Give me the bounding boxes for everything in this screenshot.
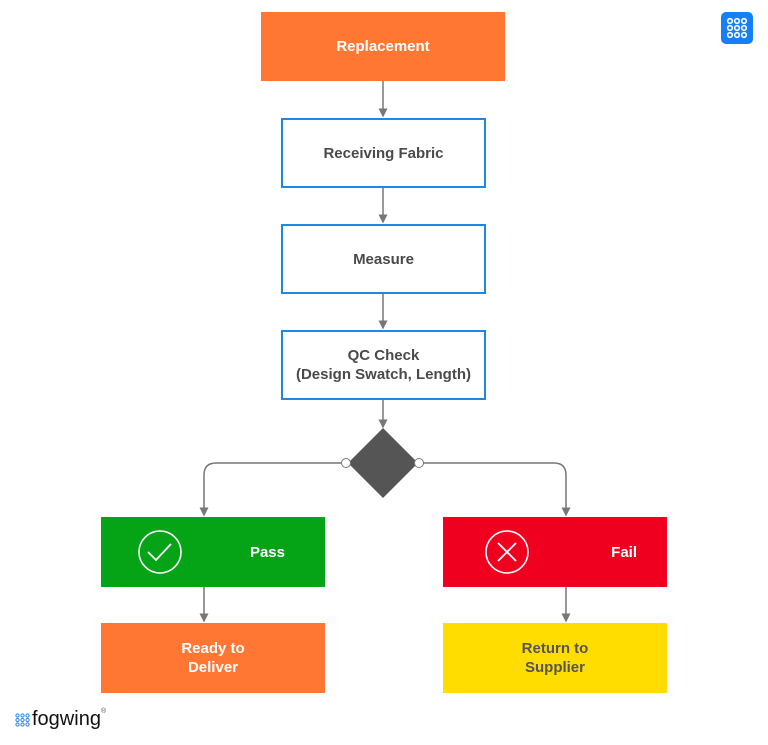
node-replacement: Replacement bbox=[261, 12, 505, 81]
port bbox=[341, 458, 351, 468]
node-label: Receiving Fabric bbox=[323, 144, 444, 162]
decision-diamond bbox=[348, 428, 418, 498]
node-label: Deliver bbox=[187, 659, 239, 676]
node-sublabel: (Design Swatch, Length) bbox=[295, 366, 471, 383]
check-circle-icon bbox=[138, 530, 182, 574]
fogwing-logo: fogwing ® bbox=[15, 708, 106, 731]
grid-dots-icon[interactable] bbox=[721, 12, 753, 44]
node-measure: Measure bbox=[281, 224, 486, 294]
node-label: Supplier bbox=[524, 659, 585, 676]
node-label: QC Check bbox=[347, 347, 420, 364]
node-ready-to-deliver: Ready to Deliver bbox=[101, 623, 325, 693]
node-label: Return to bbox=[521, 640, 589, 657]
node-label: Replacement bbox=[336, 38, 430, 55]
node-fail: Fail bbox=[443, 517, 667, 587]
connector-fail bbox=[420, 462, 571, 517]
node-label: Pass bbox=[249, 543, 285, 561]
node-pass: Pass bbox=[101, 517, 325, 587]
node-receiving-fabric: Receiving Fabric bbox=[281, 118, 486, 188]
node-qc-check: QC Check (Design Swatch, Length) bbox=[281, 330, 486, 400]
port bbox=[414, 458, 424, 468]
logo-text: fogwing bbox=[32, 708, 101, 730]
node-return-to-supplier: Return to Supplier bbox=[443, 623, 667, 693]
node-label: Fail bbox=[611, 543, 637, 561]
node-label: Ready to bbox=[181, 640, 245, 657]
logo-dots-icon bbox=[15, 712, 30, 727]
connector-pass bbox=[199, 462, 346, 517]
x-circle-icon bbox=[485, 530, 529, 574]
node-label: Measure bbox=[353, 250, 414, 268]
